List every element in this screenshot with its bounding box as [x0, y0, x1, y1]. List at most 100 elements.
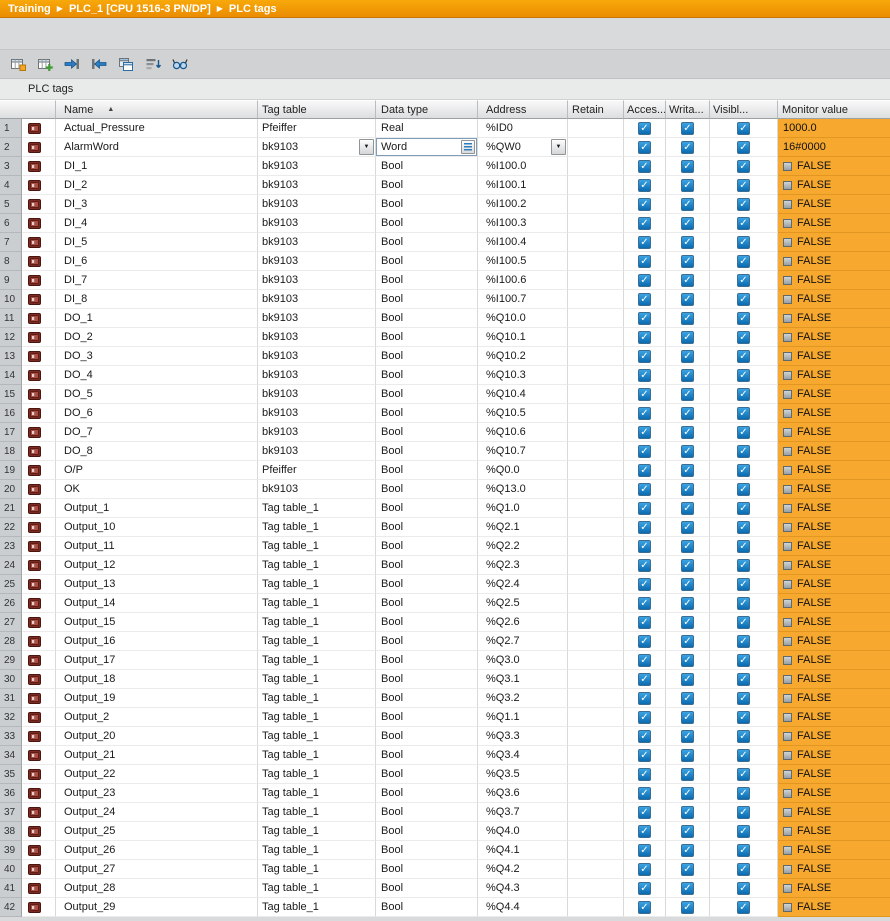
address-cell[interactable]: %Q3.6: [478, 784, 568, 803]
visible-cell[interactable]: ✓: [710, 309, 778, 328]
accessible-cell[interactable]: ✓: [624, 233, 666, 252]
visible-checkbox[interactable]: ✓: [737, 501, 750, 515]
accessible-checkbox[interactable]: ✓: [638, 273, 651, 287]
visible-checkbox[interactable]: ✓: [737, 596, 750, 610]
retain-cell[interactable]: [568, 841, 624, 860]
accessible-checkbox[interactable]: ✓: [638, 672, 651, 686]
table-row[interactable]: 3 DI_1 bk9103 Bool %I100.0 ✓ ✓ ✓ FALSE: [0, 157, 890, 176]
visible-cell[interactable]: ✓: [710, 461, 778, 480]
address-cell[interactable]: %ID0: [478, 119, 568, 138]
visible-cell[interactable]: ✓: [710, 765, 778, 784]
table-row[interactable]: 26 Output_14 Tag table_1 Bool %Q2.5 ✓ ✓ …: [0, 594, 890, 613]
table-row[interactable]: 7 DI_5 bk9103 Bool %I100.4 ✓ ✓ ✓ FALSE: [0, 233, 890, 252]
data-type-cell[interactable]: Bool: [376, 784, 478, 803]
accessible-cell[interactable]: ✓: [624, 670, 666, 689]
visible-checkbox[interactable]: ✓: [737, 691, 750, 705]
retain-cell[interactable]: [568, 765, 624, 784]
address-dropdown-button[interactable]: ▼: [551, 139, 566, 155]
address-cell[interactable]: %I100.3: [478, 214, 568, 233]
writable-cell[interactable]: ✓: [666, 461, 710, 480]
visible-checkbox[interactable]: ✓: [737, 178, 750, 192]
tag-table-cell[interactable]: bk9103: [258, 480, 376, 499]
accessible-cell[interactable]: ✓: [624, 442, 666, 461]
tag-table-cell[interactable]: bk9103: [258, 442, 376, 461]
visible-checkbox[interactable]: ✓: [737, 729, 750, 743]
tag-name-cell[interactable]: Output_13: [56, 575, 258, 594]
tag-table-cell[interactable]: bk9103: [258, 309, 376, 328]
data-type-cell[interactable]: Bool: [376, 252, 478, 271]
accessible-checkbox[interactable]: ✓: [638, 178, 651, 192]
writable-cell[interactable]: ✓: [666, 176, 710, 195]
visible-cell[interactable]: ✓: [710, 727, 778, 746]
writable-cell[interactable]: ✓: [666, 822, 710, 841]
visible-checkbox[interactable]: ✓: [737, 216, 750, 230]
table-row[interactable]: 16 DO_6 bk9103 Bool %Q10.5 ✓ ✓ ✓ FALSE: [0, 404, 890, 423]
visible-cell[interactable]: ✓: [710, 290, 778, 309]
header-accessible[interactable]: Acces...: [624, 100, 666, 119]
table-row[interactable]: 24 Output_12 Tag table_1 Bool %Q2.3 ✓ ✓ …: [0, 556, 890, 575]
accessible-cell[interactable]: ✓: [624, 176, 666, 195]
visible-cell[interactable]: ✓: [710, 860, 778, 879]
header-address[interactable]: Address: [478, 100, 568, 119]
accessible-checkbox[interactable]: ✓: [638, 558, 651, 572]
tag-name-cell[interactable]: DI_1: [56, 157, 258, 176]
visible-checkbox[interactable]: ✓: [737, 330, 750, 344]
writable-cell[interactable]: ✓: [666, 594, 710, 613]
writable-checkbox[interactable]: ✓: [681, 330, 694, 344]
address-cell[interactable]: %Q1.0: [478, 499, 568, 518]
tag-name-cell[interactable]: Output_22: [56, 765, 258, 784]
table-row[interactable]: 37 Output_24 Tag table_1 Bool %Q3.7 ✓ ✓ …: [0, 803, 890, 822]
visible-checkbox[interactable]: ✓: [737, 710, 750, 724]
visible-cell[interactable]: ✓: [710, 138, 778, 157]
breadcrumb-item-project[interactable]: Training: [8, 3, 51, 15]
visible-cell[interactable]: ✓: [710, 689, 778, 708]
writable-cell[interactable]: ✓: [666, 613, 710, 632]
address-cell[interactable]: %I100.6: [478, 271, 568, 290]
accessible-checkbox[interactable]: ✓: [638, 767, 651, 781]
table-row[interactable]: 21 Output_1 Tag table_1 Bool %Q1.0 ✓ ✓ ✓…: [0, 499, 890, 518]
visible-checkbox[interactable]: ✓: [737, 292, 750, 306]
writable-checkbox[interactable]: ✓: [681, 862, 694, 876]
visible-checkbox[interactable]: ✓: [737, 387, 750, 401]
header-name[interactable]: Name ▲: [56, 100, 258, 119]
table-row[interactable]: 23 Output_11 Tag table_1 Bool %Q2.2 ✓ ✓ …: [0, 537, 890, 556]
accessible-cell[interactable]: ✓: [624, 271, 666, 290]
address-cell[interactable]: %I100.4: [478, 233, 568, 252]
tag-table-cell[interactable]: bk9103: [258, 404, 376, 423]
writable-checkbox[interactable]: ✓: [681, 292, 694, 306]
retain-cell[interactable]: [568, 290, 624, 309]
breadcrumb-item-plc[interactable]: PLC_1 [CPU 1516-3 PN/DP]: [69, 3, 211, 15]
accessible-checkbox[interactable]: ✓: [638, 140, 651, 154]
breadcrumb-item-plc-tags[interactable]: PLC tags: [229, 3, 277, 15]
tag-table-cell[interactable]: Tag table_1: [258, 556, 376, 575]
tag-name-cell[interactable]: DI_5: [56, 233, 258, 252]
visible-cell[interactable]: ✓: [710, 708, 778, 727]
accessible-cell[interactable]: ✓: [624, 214, 666, 233]
data-type-cell[interactable]: Bool: [376, 594, 478, 613]
retain-cell[interactable]: [568, 480, 624, 499]
writable-cell[interactable]: ✓: [666, 309, 710, 328]
writable-checkbox[interactable]: ✓: [681, 159, 694, 173]
tag-table-cell[interactable]: Tag table_1: [258, 651, 376, 670]
visible-checkbox[interactable]: ✓: [737, 900, 750, 914]
data-type-cell[interactable]: Bool: [376, 822, 478, 841]
tag-name-cell[interactable]: Output_28: [56, 879, 258, 898]
accessible-cell[interactable]: ✓: [624, 119, 666, 138]
visible-cell[interactable]: ✓: [710, 670, 778, 689]
retain-cell[interactable]: [568, 822, 624, 841]
data-type-cell[interactable]: Bool: [376, 632, 478, 651]
data-type-cell[interactable]: Bool: [376, 689, 478, 708]
accessible-cell[interactable]: ✓: [624, 157, 666, 176]
writable-cell[interactable]: ✓: [666, 898, 710, 917]
tag-name-cell[interactable]: DI_4: [56, 214, 258, 233]
writable-checkbox[interactable]: ✓: [681, 805, 694, 819]
visible-cell[interactable]: ✓: [710, 442, 778, 461]
tag-table-cell[interactable]: bk9103: [258, 157, 376, 176]
tag-table-cell[interactable]: Tag table_1: [258, 518, 376, 537]
writable-cell[interactable]: ✓: [666, 727, 710, 746]
tag-name-cell[interactable]: DO_5: [56, 385, 258, 404]
table-row[interactable]: 41 Output_28 Tag table_1 Bool %Q4.3 ✓ ✓ …: [0, 879, 890, 898]
accessible-cell[interactable]: ✓: [624, 461, 666, 480]
writable-cell[interactable]: ✓: [666, 404, 710, 423]
writable-cell[interactable]: ✓: [666, 157, 710, 176]
